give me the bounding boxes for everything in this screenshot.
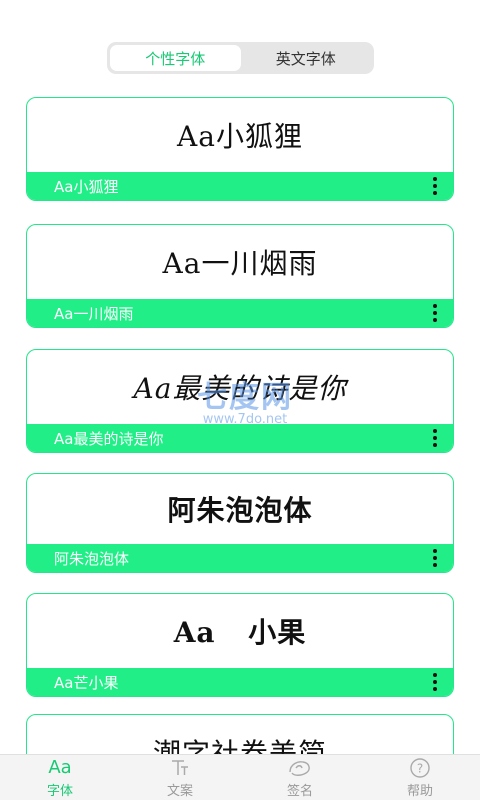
tab-help[interactable]: ? 帮助 xyxy=(360,755,480,800)
font-preview: 阿朱泡泡体 xyxy=(167,494,313,527)
font-name: Aa最美的诗是你 xyxy=(54,429,164,448)
tab-copywriting[interactable]: 文案 xyxy=(120,755,240,800)
font-aa-icon: Aa xyxy=(48,757,72,778)
tab-signature[interactable]: 签名 xyxy=(240,755,360,800)
signature-icon xyxy=(287,757,313,779)
font-card-bar: Aa最美的诗是你 xyxy=(27,424,453,452)
font-card[interactable]: 阿朱泡泡体 阿朱泡泡体 xyxy=(26,473,454,573)
font-name: 阿朱泡泡体 xyxy=(54,549,130,568)
font-card[interactable]: Aa 小果 Aa芒小果 xyxy=(26,593,454,697)
font-name: Aa芒小果 xyxy=(54,673,119,692)
font-category-toggle: 个性字体 英文字体 xyxy=(107,42,374,74)
more-options-icon[interactable] xyxy=(429,671,441,693)
tab-label: 帮助 xyxy=(406,783,433,799)
font-card[interactable]: Aa一川烟雨 Aa一川烟雨 xyxy=(26,224,454,328)
more-options-icon[interactable] xyxy=(429,427,441,449)
font-list[interactable]: Aa小狐狸 Aa小狐狸 Aa一川烟雨 Aa一川烟雨 Aa最美的诗是你 Aa最美的… xyxy=(0,97,480,754)
font-card[interactable]: 潮字社卷美简 xyxy=(26,714,454,754)
tab-fonts[interactable]: Aa 字体 xyxy=(0,755,120,800)
font-preview: 潮字社卷美简 xyxy=(152,737,327,754)
svg-text:?: ? xyxy=(417,761,423,775)
tab-english-fonts[interactable]: 英文字体 xyxy=(241,45,372,71)
more-options-icon[interactable] xyxy=(429,547,441,569)
app-root: 个性字体 英文字体 Aa小狐狸 Aa小狐狸 Aa一川烟雨 Aa一川烟雨 Aa最美… xyxy=(0,0,480,800)
font-card[interactable]: Aa小狐狸 Aa小狐狸 xyxy=(26,97,454,201)
tab-personal-fonts[interactable]: 个性字体 xyxy=(110,45,241,71)
font-preview: Aa最美的诗是你 xyxy=(133,372,347,405)
bottom-tab-bar: Aa 字体 文案 签名 ? 帮助 xyxy=(0,754,480,800)
text-format-icon xyxy=(170,757,190,779)
tab-label: 签名 xyxy=(286,783,313,799)
more-options-icon[interactable] xyxy=(429,175,441,197)
font-card-bar: Aa芒小果 xyxy=(27,668,453,696)
more-options-icon[interactable] xyxy=(429,302,441,324)
font-name: Aa一川烟雨 xyxy=(54,304,134,323)
font-card-bar: Aa一川烟雨 xyxy=(27,299,453,327)
tab-label: 文案 xyxy=(166,783,193,799)
font-card-bar: Aa小狐狸 xyxy=(27,172,453,200)
font-preview: Aa 小果 xyxy=(173,616,307,649)
font-preview: Aa一川烟雨 xyxy=(162,247,318,280)
font-card[interactable]: Aa最美的诗是你 Aa最美的诗是你 xyxy=(26,349,454,453)
font-name: Aa小狐狸 xyxy=(54,177,119,196)
font-preview: Aa小狐狸 xyxy=(177,120,303,153)
help-icon: ? xyxy=(409,757,431,779)
font-card-bar: 阿朱泡泡体 xyxy=(27,544,453,572)
tab-label: 字体 xyxy=(46,783,73,799)
